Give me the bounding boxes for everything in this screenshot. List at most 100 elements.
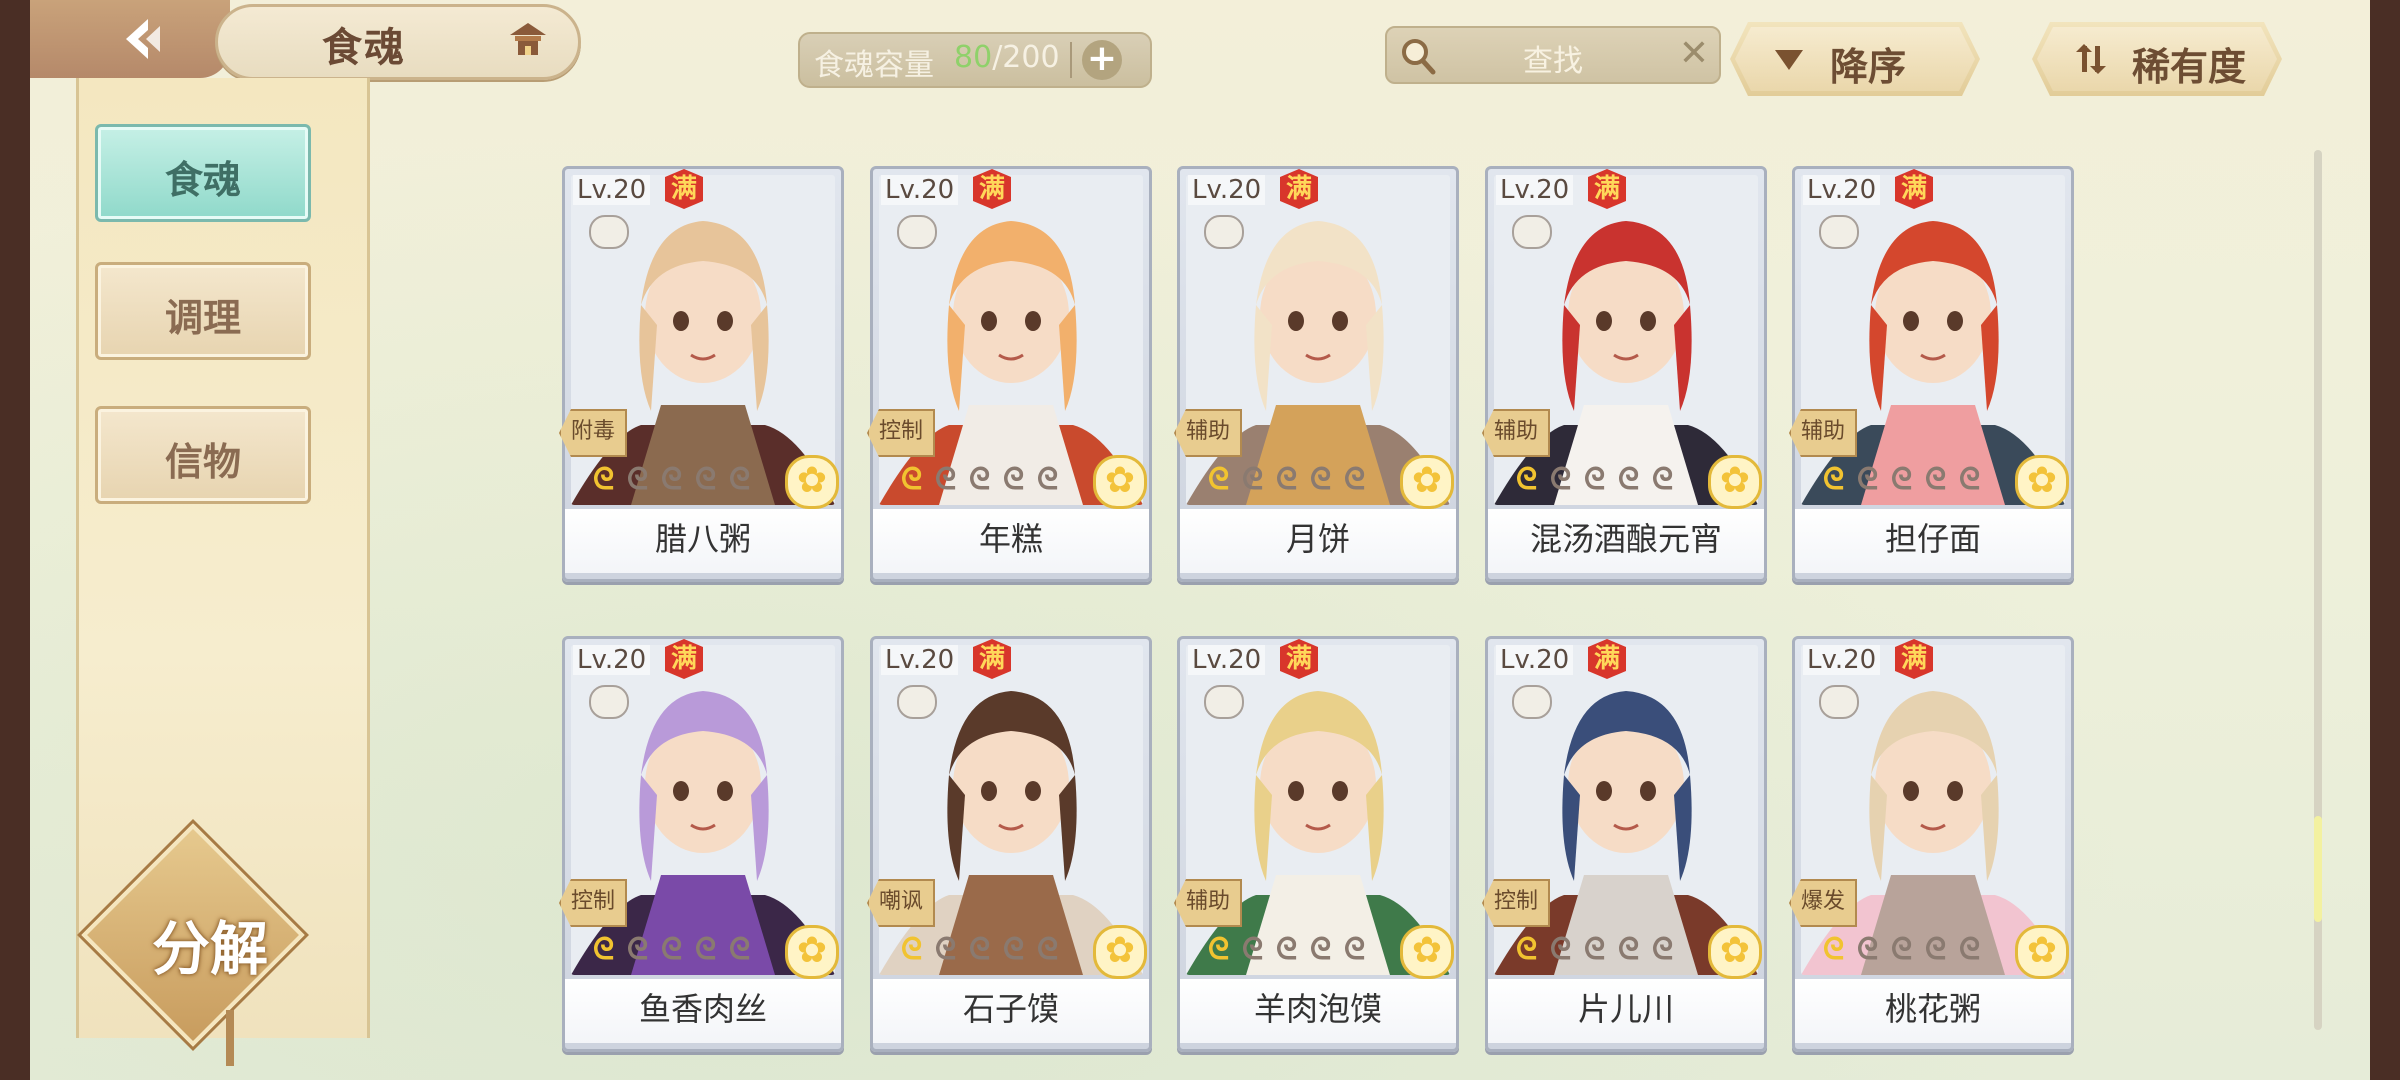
capacity-display: 食魂容量 80/200 +	[798, 32, 1152, 88]
rarity-flower-icon: ✿	[1708, 925, 1762, 979]
capacity-value: 80/200	[954, 40, 1060, 75]
max-level-badge: 满	[1280, 169, 1318, 209]
star-rating: ᘓᘓᘓᘓᘓ	[1516, 935, 1682, 969]
star-icon: ᘓ	[1823, 462, 1845, 497]
bowl-icon	[1512, 215, 1552, 249]
rarity-flower-icon: ✿	[1708, 455, 1762, 509]
bowl-icon	[897, 215, 937, 249]
search-box[interactable]: 查找 ✕	[1385, 26, 1721, 84]
sort-by-button[interactable]: 稀有度	[2032, 22, 2282, 96]
role-tag: 附毒	[559, 409, 627, 457]
star-icon: ᘓ	[1584, 932, 1606, 967]
card-name: 月饼	[1180, 509, 1456, 573]
max-level-badge: 满	[1280, 639, 1318, 679]
max-level-badge: 满	[665, 639, 703, 679]
role-tag: 控制	[1482, 879, 1550, 927]
card-name: 担仔面	[1795, 509, 2071, 573]
rarity-flower-icon: ✿	[2015, 455, 2069, 509]
food-soul-card[interactable]: Lv.20 满 控制 ᘓᘓᘓᘓᘓ ✿ 片儿川	[1482, 636, 1767, 1052]
star-icon: ᘓ	[1618, 932, 1640, 967]
card-name: 羊肉泡馍	[1180, 979, 1456, 1043]
star-icon: ᘓ	[695, 462, 717, 497]
food-soul-card[interactable]: Lv.20 满 爆发 ᘓᘓᘓᘓᘓ ✿ 桃花粥	[1789, 636, 2074, 1052]
scrollbar-thumb[interactable]	[2314, 816, 2322, 922]
bowl-icon	[1819, 215, 1859, 249]
food-soul-card[interactable]: Lv.20 满 控制 ᘓᘓᘓᘓᘓ ✿ 年糕	[867, 166, 1152, 582]
sidebar-item-food-soul[interactable]: 食魂	[95, 124, 311, 222]
star-icon: ᘓ	[1891, 462, 1913, 497]
capacity-label: 食魂容量	[814, 48, 934, 83]
capacity-total: /200	[992, 40, 1060, 75]
star-icon: ᘓ	[901, 932, 923, 967]
star-icon: ᘓ	[627, 462, 649, 497]
sort-order-label: 降序	[1830, 44, 1907, 89]
food-soul-card[interactable]: Lv.20 满 附毒 ᘓᘓᘓᘓᘓ ✿ 腊八粥	[559, 166, 844, 582]
star-rating: ᘓᘓᘓᘓᘓ	[1823, 935, 1989, 969]
sidebar-item-label: 信物	[164, 439, 241, 484]
star-icon: ᘓ	[935, 932, 957, 967]
food-soul-screen: 食魂 食魂容量 80/200 + 查找 ✕ 降序 稀有度 食魂 调理 信物 分解…	[30, 0, 2370, 1080]
star-icon: ᘓ	[1925, 932, 1947, 967]
food-soul-card[interactable]: Lv.20 满 辅助 ᘓᘓᘓᘓᘓ ✿ 混汤酒酿元宵	[1482, 166, 1767, 582]
food-soul-card[interactable]: Lv.20 满 辅助 ᘓᘓᘓᘓᘓ ✿ 月饼	[1174, 166, 1459, 582]
capacity-add-button[interactable]: +	[1082, 40, 1122, 80]
star-icon: ᘓ	[1310, 932, 1332, 967]
star-icon: ᘓ	[1652, 932, 1674, 967]
search-input[interactable]: 查找	[1387, 36, 1719, 80]
food-soul-card[interactable]: Lv.20 满 辅助 ᘓᘓᘓᘓᘓ ✿ 担仔面	[1789, 166, 2074, 582]
star-icon: ᘓ	[1037, 932, 1059, 967]
star-icon: ᘓ	[1959, 462, 1981, 497]
max-level-badge: 满	[1588, 639, 1626, 679]
star-icon: ᘓ	[1208, 462, 1230, 497]
bowl-icon	[897, 685, 937, 719]
triangle-down-icon	[1772, 42, 1806, 76]
sidebar-item-token[interactable]: 信物	[95, 406, 311, 504]
star-icon: ᘓ	[1618, 462, 1640, 497]
swap-arrows-icon	[2074, 42, 2108, 76]
rarity-flower-icon: ✿	[785, 455, 839, 509]
title-plate: 食魂	[215, 4, 581, 80]
page-title: 食魂	[322, 24, 406, 71]
star-icon: ᘓ	[1959, 932, 1981, 967]
food-soul-card[interactable]: Lv.20 满 控制 ᘓᘓᘓᘓᘓ ✿ 鱼香肉丝	[559, 636, 844, 1052]
star-rating: ᘓᘓᘓᘓᘓ	[901, 465, 1067, 499]
back-arrow-icon	[118, 14, 168, 64]
star-icon: ᘓ	[1584, 462, 1606, 497]
star-icon: ᘓ	[593, 462, 615, 497]
level-label: Lv.20	[573, 175, 651, 205]
level-label: Lv.20	[1803, 645, 1881, 675]
rarity-flower-icon: ✿	[1400, 455, 1454, 509]
bowl-icon	[1204, 215, 1244, 249]
clear-icon[interactable]: ✕	[1679, 32, 1709, 76]
level-label: Lv.20	[1188, 645, 1266, 675]
card-name: 鱼香肉丝	[565, 979, 841, 1043]
sort-order-button[interactable]: 降序	[1730, 22, 1980, 96]
sort-by-label: 稀有度	[2132, 44, 2247, 89]
capacity-divider	[1070, 42, 1072, 78]
star-icon: ᘓ	[1276, 462, 1298, 497]
decompose-label: 分解	[152, 915, 269, 983]
screen-edge-left	[0, 0, 30, 1080]
max-level-badge: 满	[665, 169, 703, 209]
max-level-badge: 满	[1895, 169, 1933, 209]
food-soul-card[interactable]: Lv.20 满 嘲讽 ᘓᘓᘓᘓᘓ ✿ 石子馍	[867, 636, 1152, 1052]
sidebar-item-cooking[interactable]: 调理	[95, 262, 311, 360]
star-icon: ᘓ	[1550, 932, 1572, 967]
star-icon: ᘓ	[969, 462, 991, 497]
screen-edge-right	[2370, 0, 2400, 1080]
card-name: 片儿川	[1488, 979, 1764, 1043]
star-icon: ᘓ	[1516, 462, 1538, 497]
level-label: Lv.20	[1188, 175, 1266, 205]
star-icon: ᘓ	[969, 932, 991, 967]
star-icon: ᘓ	[1823, 932, 1845, 967]
level-label: Lv.20	[573, 645, 651, 675]
bowl-icon	[1819, 685, 1859, 719]
food-soul-card[interactable]: Lv.20 满 辅助 ᘓᘓᘓᘓᘓ ✿ 羊肉泡馍	[1174, 636, 1459, 1052]
card-name: 混汤酒酿元宵	[1488, 509, 1764, 573]
back-button[interactable]	[30, 0, 230, 78]
role-tag: 辅助	[1789, 409, 1857, 457]
star-icon: ᘓ	[935, 462, 957, 497]
pavilion-icon[interactable]	[506, 19, 550, 63]
star-icon: ᘓ	[1652, 462, 1674, 497]
capacity-current: 80	[954, 40, 993, 75]
